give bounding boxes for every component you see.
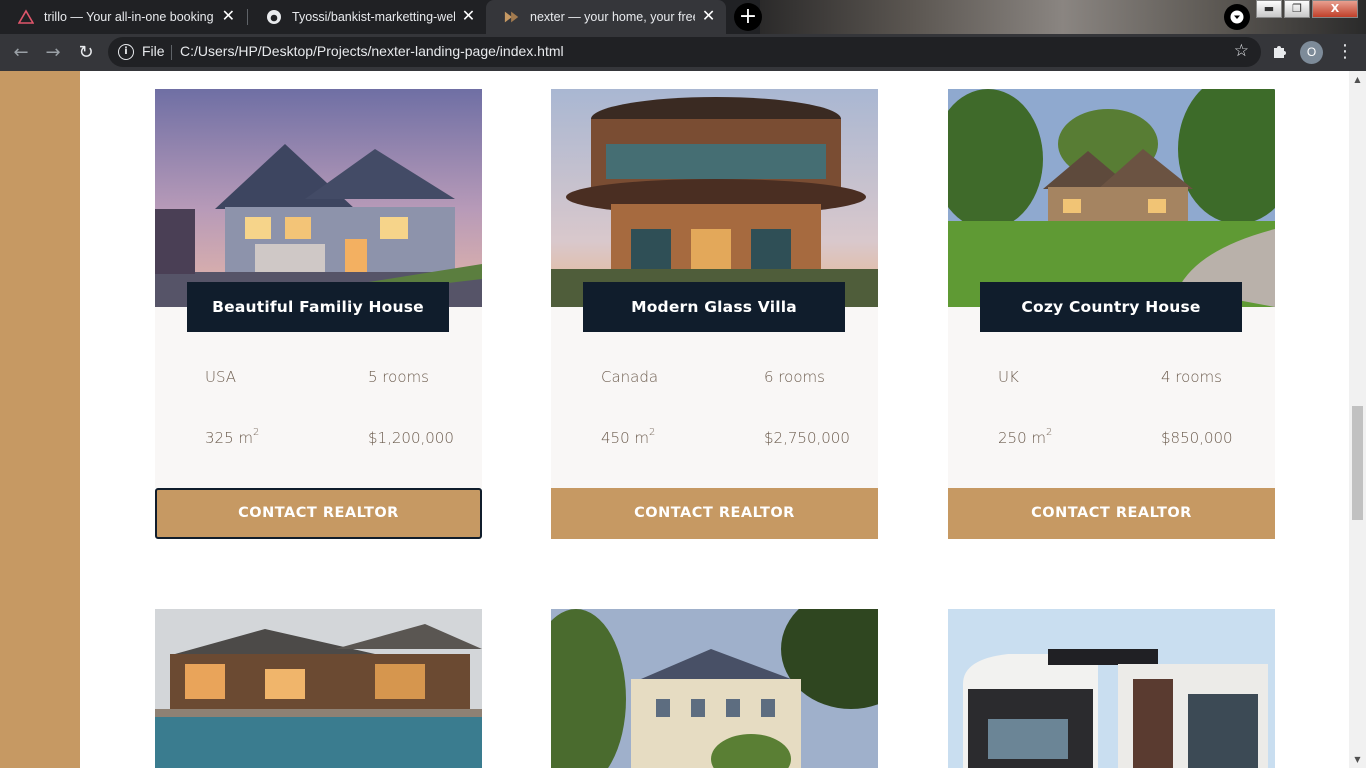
home-area: 250 m2 — [998, 427, 1053, 447]
new-tab-button[interactable]: + — [734, 3, 762, 31]
home-photo — [551, 89, 878, 307]
restore-button[interactable]: ❐ — [1284, 0, 1310, 18]
contact-realtor-button[interactable]: CONTACT REALTOR — [948, 488, 1275, 539]
chevron-down-icon — [1230, 10, 1244, 24]
tab-close-icon[interactable]: ✕ — [701, 9, 716, 25]
address-bar[interactable]: i File C:/Users/HP/Desktop/Projects/next… — [108, 37, 1261, 67]
tab-title: Tyossi/bankist-marketting-website — [292, 10, 455, 24]
home-photo — [155, 609, 482, 768]
home-price: $850,000 — [1161, 429, 1233, 447]
contact-realtor-button[interactable]: CONTACT REALTOR — [551, 488, 878, 539]
profile-avatar[interactable]: O — [1300, 41, 1323, 64]
nexter-logo-icon — [504, 9, 520, 25]
tab-close-icon[interactable]: ✕ — [461, 9, 476, 25]
kebab-menu-icon[interactable]: ⋮ — [1336, 42, 1354, 62]
home-location: USA — [205, 368, 237, 386]
page-viewport: Beautiful Familiy House USA 5 rooms 325 … — [0, 71, 1366, 768]
home-photo — [948, 609, 1275, 768]
page-scrollbar[interactable]: ▲ ▼ — [1349, 71, 1366, 768]
window-controls: ▬ ❐ X — [1254, 0, 1358, 18]
info-icon[interactable]: i — [118, 44, 134, 60]
reload-icon[interactable]: ↻ — [75, 42, 97, 64]
url-text[interactable]: C:/Users/HP/Desktop/Projects/nexter-land… — [180, 43, 564, 59]
minimize-button[interactable]: ▬ — [1256, 0, 1282, 18]
area-exponent: 2 — [253, 427, 260, 438]
scheme-label: File — [142, 43, 165, 59]
browser-tab-bar: trillo — Your all-in-one booking app ✕ T… — [0, 0, 1366, 34]
home-location: UK — [998, 368, 1019, 386]
area-value: 325 m — [205, 429, 254, 447]
tab-title: nexter — your home, your freedom — [530, 10, 695, 24]
scroll-down-arrow-icon[interactable]: ▼ — [1349, 751, 1366, 768]
tab-bankist[interactable]: Tyossi/bankist-marketting-website ✕ — [248, 0, 486, 34]
home-details — [155, 307, 482, 488]
scrollbar-thumb[interactable] — [1352, 406, 1363, 520]
home-area: 450 m2 — [601, 427, 656, 447]
home-photo — [948, 89, 1275, 307]
area-value: 450 m — [601, 429, 650, 447]
scroll-up-arrow-icon[interactable]: ▲ — [1349, 71, 1366, 88]
area-value: 250 m — [998, 429, 1047, 447]
home-price: $2,750,000 — [764, 429, 850, 447]
back-arrow-icon[interactable]: ← — [10, 42, 32, 64]
tab-close-icon[interactable]: ✕ — [221, 9, 236, 25]
home-name: Beautiful Familiy House — [187, 282, 449, 332]
forward-arrow-icon[interactable]: → — [42, 42, 64, 64]
tab-search-button[interactable] — [1224, 4, 1250, 30]
bookmark-star-icon[interactable]: ☆ — [1234, 41, 1249, 61]
tab-trillo[interactable]: trillo — Your all-in-one booking app ✕ — [0, 0, 246, 34]
home-name: Cozy Country House — [980, 282, 1242, 332]
extensions-puzzle-icon[interactable] — [1270, 42, 1290, 62]
browser-toolbar: ← → ↻ i File C:/Users/HP/Desktop/Project… — [0, 34, 1366, 71]
home-rooms: 5 rooms — [368, 368, 429, 386]
window-close-button[interactable]: X — [1312, 0, 1358, 18]
home-location: Canada — [601, 368, 659, 386]
tab-title: trillo — Your all-in-one booking app — [44, 10, 215, 24]
home-rooms: 6 rooms — [764, 368, 825, 386]
home-details — [551, 307, 878, 488]
area-exponent: 2 — [1046, 427, 1053, 438]
home-rooms: 4 rooms — [1161, 368, 1222, 386]
area-exponent: 2 — [649, 427, 656, 438]
home-price: $1,200,000 — [368, 429, 454, 447]
home-name: Modern Glass Villa — [583, 282, 845, 332]
home-photo — [551, 609, 878, 768]
contact-realtor-button[interactable]: CONTACT REALTOR — [155, 488, 482, 539]
triangle-logo-icon — [18, 9, 34, 25]
home-details — [948, 307, 1275, 488]
home-area: 325 m2 — [205, 427, 260, 447]
tab-nexter[interactable]: nexter — your home, your freedom ✕ — [486, 0, 726, 34]
sidebar — [0, 71, 80, 768]
address-separator — [171, 45, 172, 60]
github-icon — [266, 9, 282, 25]
home-photo — [155, 89, 482, 307]
